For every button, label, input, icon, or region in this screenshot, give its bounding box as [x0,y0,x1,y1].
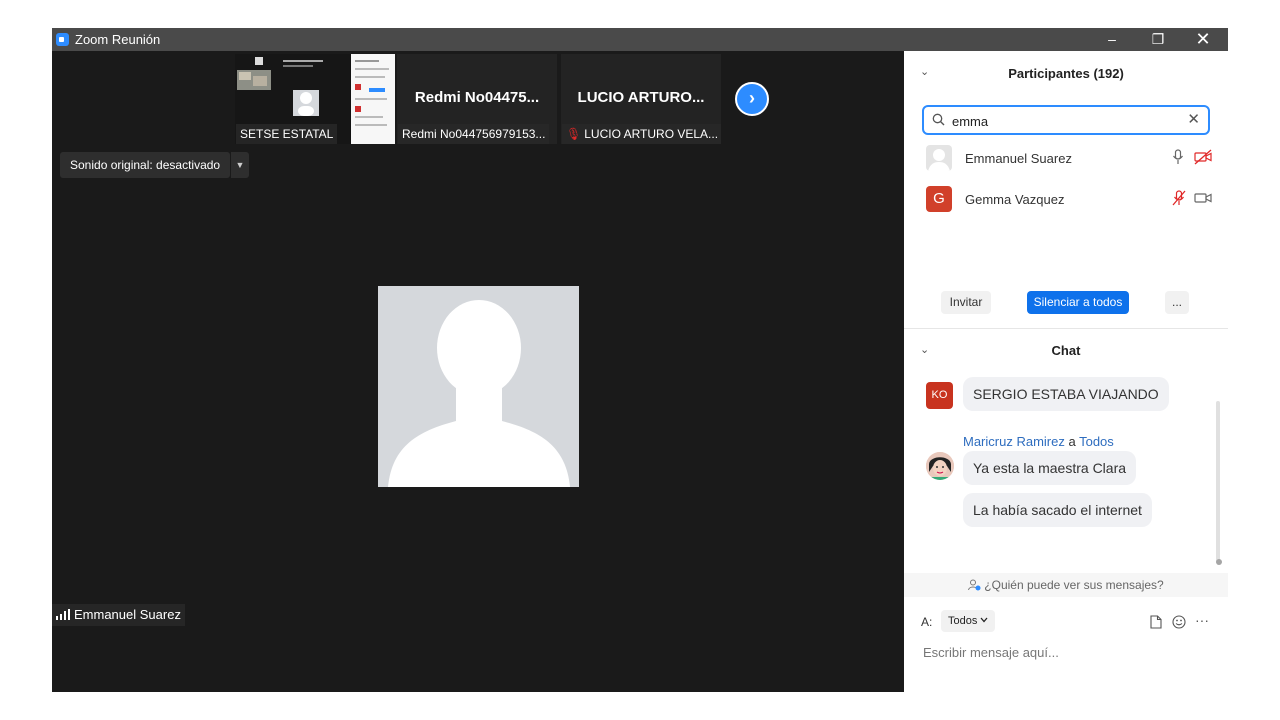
panel-divider [904,328,1228,329]
sender-initials-avatar: KO [926,382,953,409]
mute-all-button[interactable]: Silenciar a todos [1027,291,1129,314]
participant-search-input[interactable] [950,110,1184,132]
speaker-name: Emmanuel Suarez [74,607,181,622]
recipient-name[interactable]: Todos [1079,434,1114,449]
muted-mic-icon: 🎙 [566,127,582,141]
zoom-window: Zoom Reunión – ❐ ✕ SETSE ESTATAL Redmi N… [52,28,1228,692]
microphone-icon[interactable] [1172,149,1184,165]
participants-title: Participantes (192) [1008,66,1124,81]
chat-scrollbar[interactable] [1216,401,1220,563]
next-page-button[interactable]: › [735,82,769,116]
participant-name: Gemma Vazquez [965,192,1065,207]
participant-row[interactable]: Emmanuel Suarez [904,139,1228,179]
microphone-muted-icon[interactable] [1172,190,1186,206]
participants-more-button[interactable]: ... [1165,291,1189,314]
original-sound-dropdown[interactable]: ▼ [230,152,249,178]
thumbnail-label: Redmi No044756979153... [398,124,550,144]
maximize-button[interactable]: ❐ [1135,28,1181,51]
chevron-down-icon [980,617,988,623]
chat-message: SERGIO ESTABA VIAJANDO [963,377,1169,411]
sender-name[interactable]: Maricruz Ramirez [963,434,1065,449]
video-thumbnail-redmi[interactable]: Redmi No04475... Redmi No044756979153... [397,54,557,144]
close-button[interactable]: ✕ [1180,28,1226,51]
message-visibility-bar[interactable]: ¿Quién puede ver sus mensajes? [904,573,1228,597]
avatar-silhouette-icon [928,149,950,171]
invite-button[interactable]: Invitar [941,291,991,314]
recipient-dropdown[interactable]: Todos [941,610,996,632]
video-thumbnail-lucio[interactable]: LUCIO ARTURO... 🎙 LUCIO ARTURO VELA... [561,54,721,144]
default-avatar-icon [926,145,952,171]
thumbnail-label: SETSE ESTATAL [236,124,338,144]
chat-message: Ya esta la maestra Clara [963,451,1137,485]
message-visibility-text: ¿Quién puede ver sus mensajes? [984,578,1164,592]
person-visibility-icon [968,579,981,591]
emoji-icon[interactable] [1172,615,1186,629]
video-thumbnail-setse[interactable]: SETSE ESTATAL [235,54,395,144]
participant-row[interactable]: G Gemma Vazquez [904,180,1228,220]
person-silhouette-icon [378,286,579,487]
side-panel: ⌄ Participantes (192) ✕ Emmanuel Suarez [904,51,1228,692]
chat-sender-line: Maricruz Ramirez a Todos [963,434,1114,449]
minimize-button[interactable]: – [1089,28,1135,51]
thumbnail-name: Redmi No04475... [414,89,540,106]
participant-name: Emmanuel Suarez [965,151,1072,166]
speaker-avatar-placeholder [378,286,579,487]
thumbnail-label: LUCIO ARTURO VELA... [584,127,719,141]
speaker-name-tag: Emmanuel Suarez [52,604,185,626]
chat-title: Chat [1051,343,1081,358]
clear-search-icon[interactable]: ✕ [1187,110,1200,128]
file-icon[interactable] [1150,615,1162,629]
main-video-area: SETSE ESTATAL Redmi No04475... Redmi No0… [52,51,904,692]
window-title: Zoom Reunión [75,32,161,47]
original-sound-button[interactable]: Sonido original: desactivado [60,152,231,178]
recipient-value: Todos [948,615,978,627]
chat-message-input[interactable] [921,641,1215,663]
recipient-label: A: [921,615,933,629]
signal-strength-icon [56,609,70,620]
participant-initial-avatar: G [926,186,952,212]
chat-message: La había sacado el internet [963,493,1152,527]
message-visibility-row: ¿Quién puede ver sus mensajes? [904,578,1228,592]
zoom-app-icon [56,33,69,46]
video-camera-icon[interactable] [1194,190,1212,206]
thumbnail-name: LUCIO ARTURO... [577,89,705,106]
user-photo-icon [926,452,954,480]
chat-more-icon[interactable]: ··· [1195,612,1209,628]
search-icon [932,113,945,126]
video-off-icon[interactable] [1194,149,1212,165]
chat-scrollbar-thumb[interactable] [1216,559,1222,565]
thumbnail-label-row: 🎙 LUCIO ARTURO VELA... [562,124,721,144]
participant-search-box: ✕ [922,105,1210,135]
sender-avatar [926,452,954,480]
title-bar: Zoom Reunión – ❐ ✕ [52,28,1228,51]
sender-to-word: a [1068,434,1076,449]
